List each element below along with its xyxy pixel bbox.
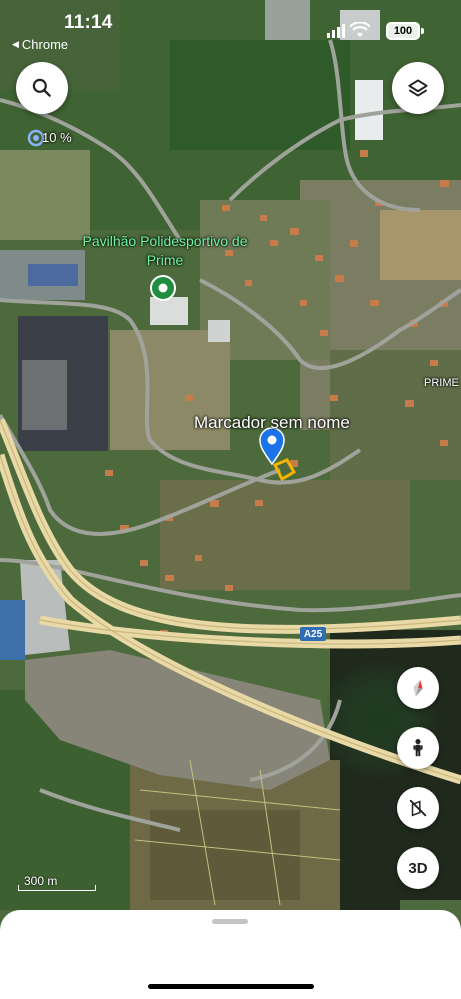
no-tilt-icon <box>409 799 427 817</box>
poi-pin-icon <box>150 275 176 301</box>
search-icon <box>32 78 51 97</box>
bottom-sheet[interactable] <box>0 910 461 999</box>
home-indicator <box>148 984 314 989</box>
wifi-icon <box>350 22 370 37</box>
cellular-signal-icon <box>327 24 345 38</box>
compass-icon <box>413 679 423 697</box>
poi-label[interactable]: Pavilhão Polidesportivo de Prime <box>70 232 260 270</box>
scale-bar-line <box>18 885 96 891</box>
back-to-app-link[interactable]: ◀ Chrome <box>12 37 68 52</box>
battery-indicator: 100 <box>386 22 420 40</box>
three-d-button[interactable]: 3D <box>397 847 439 889</box>
battery-level: 100 <box>393 25 413 37</box>
highway-shield: A25 <box>300 627 326 641</box>
street-view-button[interactable] <box>397 727 439 769</box>
sheet-grabber[interactable] <box>212 919 248 924</box>
location-accuracy-label: 10 % <box>42 130 72 145</box>
compass-button[interactable] <box>397 667 439 709</box>
marker-label[interactable]: Marcador sem nome <box>194 413 350 433</box>
back-app-name: Chrome <box>21 37 69 52</box>
satellite-map[interactable] <box>0 0 461 999</box>
search-button[interactable] <box>16 62 68 114</box>
status-bar: 11:14 ◀ Chrome 100 <box>0 0 461 54</box>
scale-bar: 300 m <box>18 874 96 891</box>
layers-button[interactable] <box>392 62 444 114</box>
clock: 11:14 <box>64 12 113 33</box>
tilt-toggle-button[interactable] <box>397 787 439 829</box>
layers-icon <box>408 79 428 97</box>
pegman-icon <box>413 739 423 757</box>
place-label: PRIME <box>424 377 459 389</box>
back-arrow-icon: ◀ <box>12 39 19 49</box>
battery-tip <box>421 28 424 34</box>
